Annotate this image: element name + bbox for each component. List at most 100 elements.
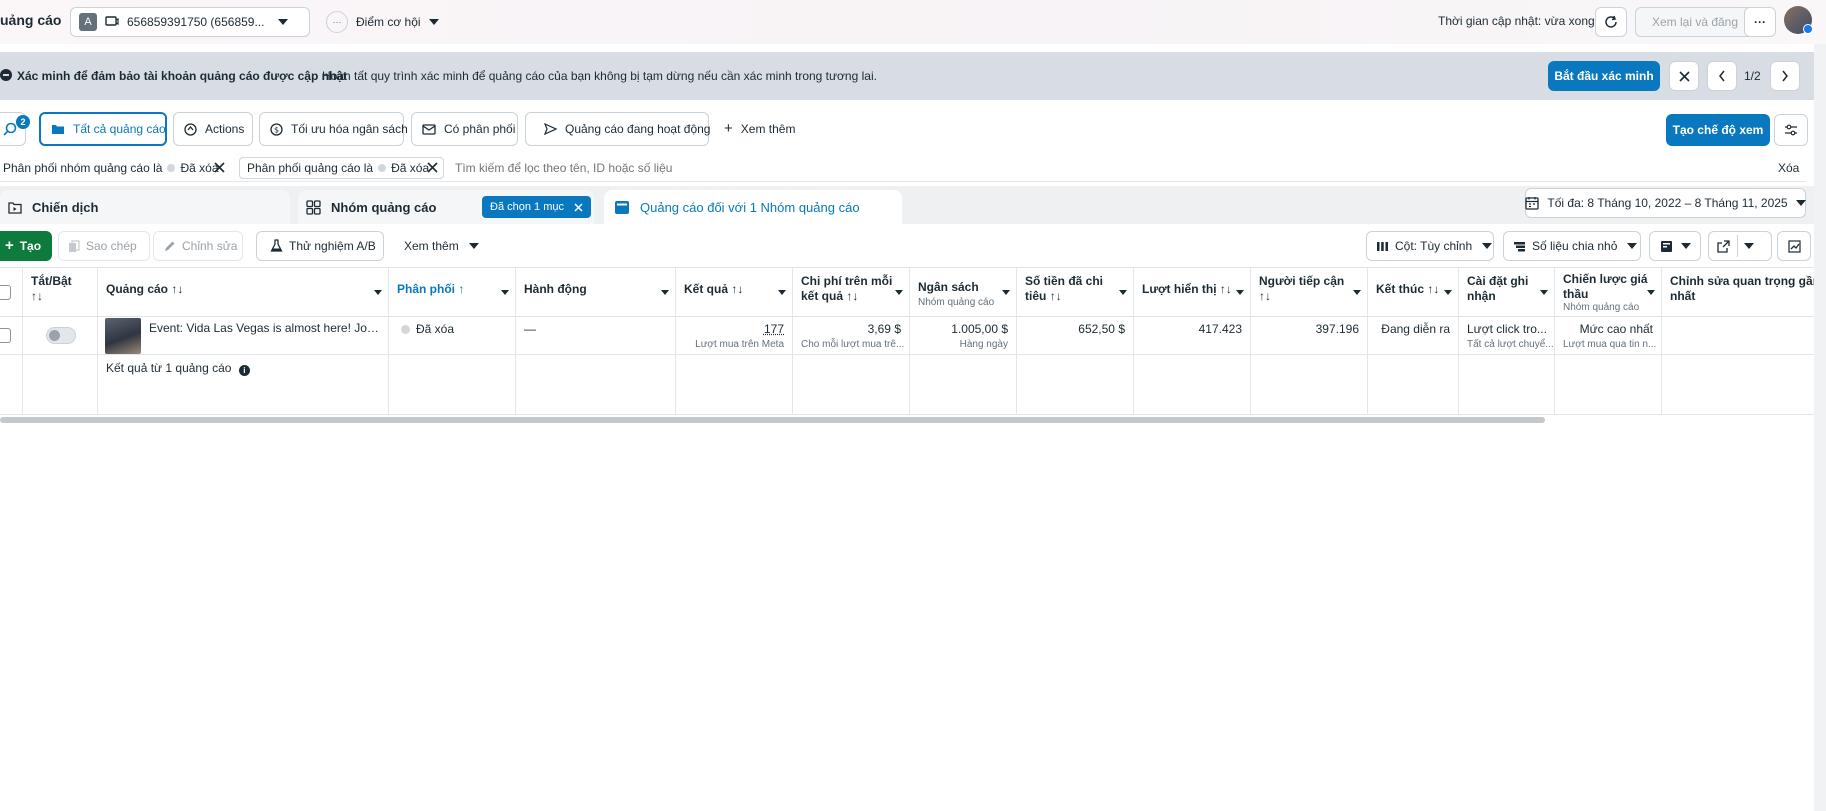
remove-chip-button[interactable] <box>214 162 225 176</box>
row-ad-cell[interactable]: Event: Vida Las Vegas is almost here! Jo… <box>98 317 389 355</box>
svg-text:$: $ <box>274 125 279 134</box>
row-actions-cell: — <box>516 317 676 355</box>
close-banner-button[interactable] <box>1669 61 1699 91</box>
header-results[interactable]: Kết quả ↑↓ <box>676 268 793 317</box>
see-more-label: Xem thêm <box>404 239 459 253</box>
update-status: Thời gian cập nhật: vừa xong <box>1438 14 1595 28</box>
breakdown-label: Số liệu chia nhỏ <box>1532 239 1618 253</box>
select-all-checkbox[interactable] <box>0 285 11 300</box>
customize-view-button[interactable] <box>1774 114 1808 146</box>
export-button[interactable] <box>1708 231 1772 261</box>
budget-value[interactable]: 1.005,00 $ <box>918 321 1008 337</box>
ab-test-button[interactable]: Thử nghiệm A/B <box>262 231 384 261</box>
filter-chip-ad-delivery[interactable]: Phân phối quảng cáo là Đã xóa <box>247 157 429 179</box>
header-label: Cài đặt ghi <box>1467 274 1529 288</box>
header-label: Kết quả <box>684 282 729 296</box>
header-actions[interactable]: Hành động <box>516 268 676 317</box>
refresh-button[interactable] <box>1595 7 1627 37</box>
filter-budget-optimization[interactable]: $ Tối ưu hóa ngân sách <box>259 112 408 146</box>
filter-all-ads[interactable]: Tất cả quảng cáo <box>39 112 167 146</box>
account-selector[interactable]: A 656859391750 (656859... <box>70 7 310 37</box>
chevron-down-icon <box>468 243 479 249</box>
toolbar-see-more-button[interactable]: Xem thêm <box>396 231 487 261</box>
opportunity-label: Điểm cơ hội <box>356 15 421 29</box>
columns-button[interactable]: Cột: Tùy chỉnh <box>1368 231 1500 261</box>
chevron-down-icon <box>501 290 509 295</box>
next-banner-button[interactable] <box>1770 61 1800 91</box>
vertical-scrollbar-track[interactable] <box>1814 44 1826 811</box>
start-verification-button[interactable]: Bắt đầu xác minh <box>1548 61 1660 91</box>
ad-toggle-switch[interactable] <box>46 327 76 344</box>
header-ends[interactable]: Kết thúc ↑↓ <box>1368 268 1459 317</box>
footer-cell <box>910 355 1017 415</box>
copy-button[interactable]: Sao chép <box>60 231 145 261</box>
header-attribution[interactable]: Cài đặt ghi nhận <box>1459 268 1555 317</box>
close-icon <box>1678 70 1690 82</box>
breakdown-button[interactable]: Số liệu chia nhỏ <box>1505 231 1645 261</box>
info-icon[interactable]: i <box>238 365 250 376</box>
footer-cell <box>516 355 676 415</box>
chevron-down-icon <box>1002 290 1010 295</box>
header-label: kết quả <box>801 289 844 303</box>
results-value[interactable]: 177 <box>684 321 784 337</box>
header-label: Chiến lược giá <box>1563 272 1648 286</box>
clear-filters-button[interactable]: Xóa <box>1778 161 1799 175</box>
campaign-folder-icon <box>8 201 22 214</box>
info-icon <box>0 69 12 81</box>
header-label: nhận <box>1467 289 1496 303</box>
header-reach[interactable]: Người tiếp cận ↑↓ <box>1251 268 1368 317</box>
header-last-significant-edit[interactable]: Chỉnh sửa quan trọng gần đ nhất <box>1662 268 1814 317</box>
see-more-filters-button[interactable]: + Xem thêm <box>724 121 795 136</box>
actions-value: — <box>524 322 536 336</box>
chevron-down-icon <box>1647 290 1655 295</box>
sort-icon: ↑↓ <box>31 289 43 303</box>
calendar-icon <box>1525 196 1540 210</box>
header-delivery[interactable]: Phân phối ↑ <box>389 268 516 317</box>
ad-name[interactable]: Event: Vida Las Vegas is almost here! Jo… <box>149 320 381 336</box>
header-ad[interactable]: Quảng cáo ↑↓ <box>98 268 389 317</box>
header-amount-spent[interactable]: Số tiền đã chi tiêu ↑↓ <box>1017 268 1134 317</box>
horizontal-scrollbar[interactable] <box>0 417 1545 423</box>
header-cost-per-result[interactable]: Chi phí trên mỗi kết quả ↑↓ <box>793 268 910 317</box>
filter-has-delivery[interactable]: Có phân phối <box>411 112 518 146</box>
row-last-edit-cell <box>1662 317 1814 355</box>
footer-cell <box>793 355 910 415</box>
header-impressions[interactable]: Lượt hiển thị ↑↓ <box>1134 268 1251 317</box>
header-label: nhất <box>1670 289 1696 303</box>
header-budget[interactable]: Ngân sách Nhóm quảng cáo <box>910 268 1017 317</box>
opportunity-score-button[interactable]: ··· Điểm cơ hội <box>326 10 439 34</box>
bid-strategy-sublabel: Lượt mua qua tin n... <box>1563 339 1657 350</box>
facebook-badge-icon <box>1803 24 1813 34</box>
header-bid-strategy[interactable]: Chiến lược giá thầu Nhóm quảng cáo <box>1555 268 1662 317</box>
ad-account-icon <box>105 16 119 28</box>
sort-icon: ↑↓ <box>1259 289 1271 303</box>
plus-icon: + <box>4 237 14 254</box>
more-icon: ··· <box>1754 15 1766 29</box>
date-range-picker[interactable]: Tối đa: 8 Tháng 10, 2022 – 8 Tháng 11, 2… <box>1525 188 1806 218</box>
tab-ads[interactable]: Quảng cáo đối với 1 Nhóm quảng cáo <box>604 190 902 224</box>
footer-cell <box>1459 355 1555 415</box>
review-publish-button[interactable]: Xem lại và đăng <box>1635 7 1755 37</box>
chevron-down-icon <box>1482 243 1493 249</box>
filter-active-ads[interactable]: Quảng cáo đang hoạt động <box>525 112 710 146</box>
row-checkbox[interactable] <box>0 328 11 343</box>
edit-button[interactable]: Chỉnh sửa <box>155 231 245 261</box>
more-options-button[interactable]: ··· <box>1744 7 1776 37</box>
filter-chip-adset-delivery[interactable]: Phân phối nhóm quảng cáo là Đã xóa <box>3 157 219 179</box>
footer-cell <box>1251 355 1368 415</box>
header-toggle[interactable]: Tắt/Bật ↑↓ <box>23 268 98 317</box>
tab-campaigns[interactable]: Chiến dịch <box>0 190 290 224</box>
search-input[interactable] <box>455 157 1155 179</box>
row-budget-cell: 1.005,00 $ Hàng ngày <box>910 317 1017 355</box>
selected-items-badge[interactable]: Đã chọn 1 mục <box>482 196 591 218</box>
refresh-icon <box>1604 15 1618 29</box>
charts-button[interactable] <box>1777 231 1811 261</box>
create-button[interactable]: + Tạo <box>0 231 52 261</box>
reports-button[interactable] <box>1649 231 1701 261</box>
chevron-down-icon <box>778 290 786 295</box>
prev-banner-button[interactable] <box>1707 61 1737 91</box>
edit-label: Chỉnh sửa <box>182 239 238 253</box>
filter-actions[interactable]: Actions <box>173 112 253 146</box>
remove-chip-button[interactable] <box>427 162 438 176</box>
create-view-button[interactable]: Tạo chế độ xem <box>1666 114 1770 146</box>
